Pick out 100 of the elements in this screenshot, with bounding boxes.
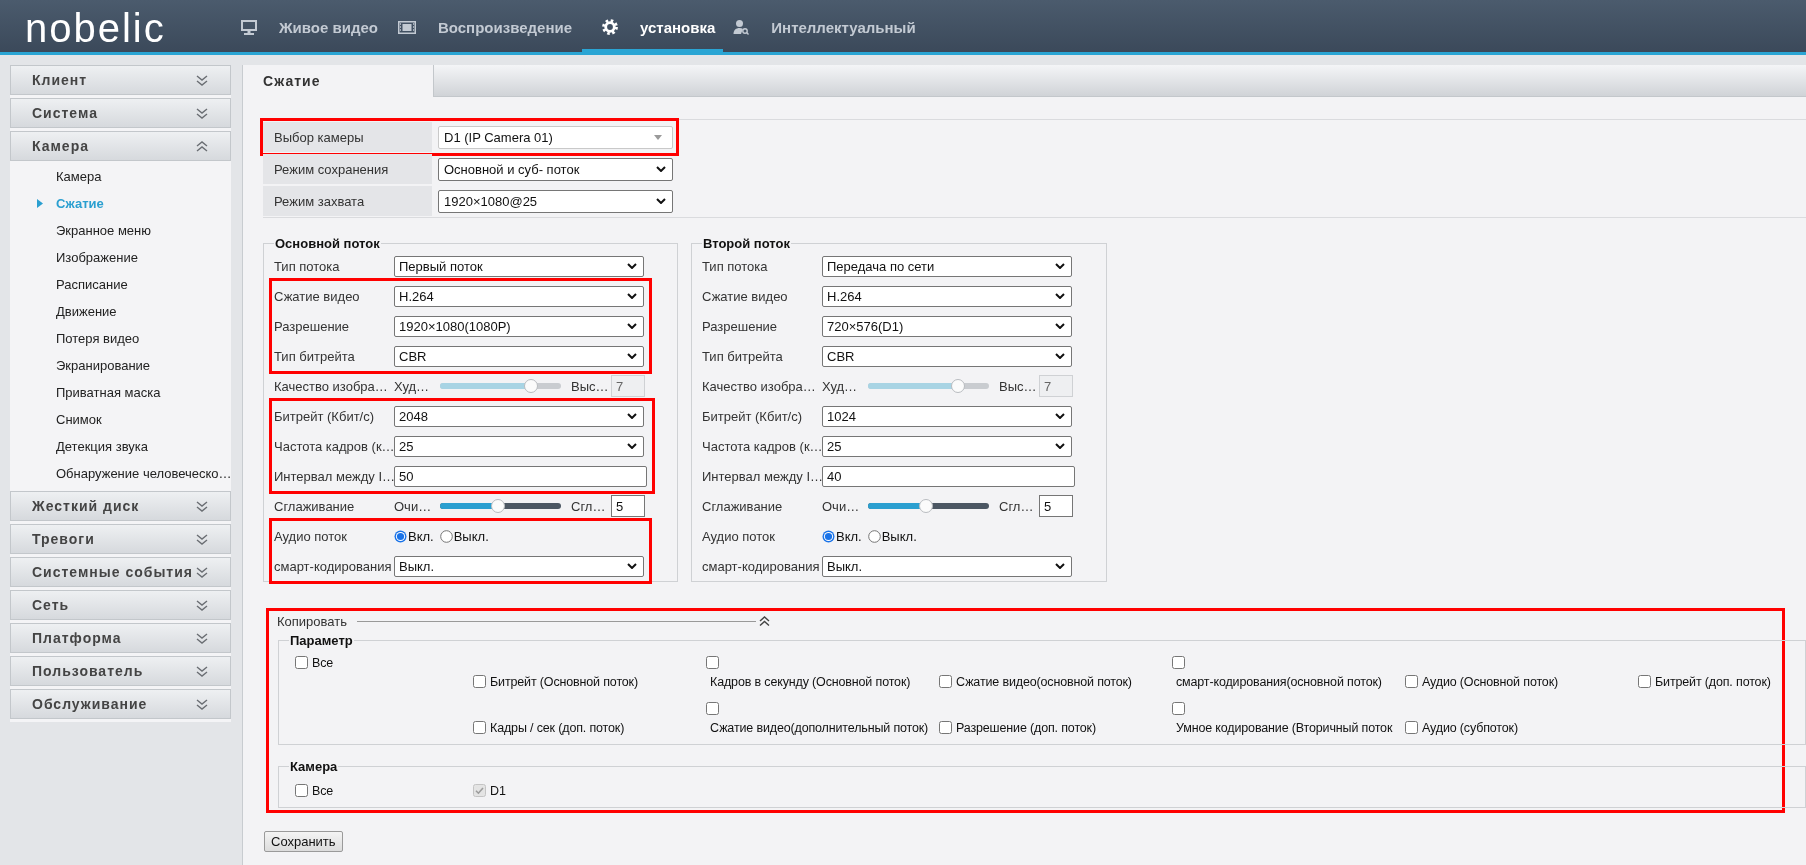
sidebar-item[interactable]: Приватная маска [10,379,231,406]
section-title: Копировать [277,613,347,629]
checkbox-option[interactable]: Битрейт (Основной поток) [473,673,706,692]
field-label: Тип потока [274,258,341,274]
chevron-down-icon [627,293,637,299]
slider-track[interactable] [868,499,989,513]
slider-label: Сгл… [999,498,1035,514]
dropdown[interactable]: Первый поток [394,255,644,277]
sidebar-section[interactable]: Системные события [10,557,231,587]
chevron-down-icon [1055,323,1065,329]
dropdown[interactable]: 1024 [822,405,1072,427]
dropdown[interactable]: Основной и суб- поток [438,157,673,181]
field-label: Сглаживание [702,498,784,514]
checkbox-option[interactable]: Сжатие видео(основной поток) [939,673,1172,692]
chevron-down-icon [1055,413,1065,419]
checkbox-option[interactable]: Кадры / сек (доп. поток) [473,719,706,738]
sidebar-section[interactable]: Сеть [10,590,231,620]
dropdown[interactable]: Передача по сети [822,255,1072,277]
text-field[interactable]: 50 [394,465,647,487]
sidebar-section[interactable]: Платформа [10,623,231,653]
field-label: Режим захвата [263,186,432,216]
dropdown[interactable]: H.264 [394,285,644,307]
double-chevron-up-icon[interactable] [759,616,770,626]
field-label: Частота кадров (к… [274,438,394,454]
chevron-down-icon [1055,443,1065,449]
dropdown[interactable]: 720×576(D1) [822,315,1072,337]
sidebar-item[interactable]: Обнаружение человеческо… [10,460,231,487]
chevron-down-icon [1055,563,1065,569]
dropdown[interactable]: 1920×1080(1080P) [394,315,644,337]
checkbox-option[interactable]: Аудио (субпоток) [1405,719,1638,738]
sidebar-item[interactable]: Детекция звука [10,433,231,460]
sidebar-section[interactable]: Жесткий диск [10,491,231,521]
dropdown[interactable]: 25 [822,435,1072,457]
nav-tab[interactable]: установка [582,0,724,52]
sidebar-item[interactable]: Экранирование [10,352,231,379]
slider-label: Выс… [999,378,1038,394]
slider-label: Худ… [822,378,859,394]
sidebar-item[interactable]: Снимок [10,406,231,433]
text-field[interactable]: 40 [822,465,1075,487]
dropdown[interactable]: CBR [394,345,644,367]
slider-track[interactable] [440,499,561,513]
checkbox-option[interactable]: Битрейт (доп. поток) [1638,673,1798,692]
nav-tab[interactable]: Живое видео [231,0,388,52]
checkbox-option[interactable]: Аудио (Основной поток) [1405,673,1638,692]
gear-icon [602,19,618,35]
sidebar-item[interactable]: Экранное меню [10,217,231,244]
chevron-down-icon [627,563,637,569]
dropdown[interactable]: 1920×1080@25 [438,189,673,213]
sidebar-section[interactable]: Пользователь [10,656,231,686]
field-label: Аудио поток [702,528,776,544]
checkbox-option[interactable]: Все [295,654,473,673]
sidebar-section[interactable]: Тревоги [10,524,231,554]
slider-thumb[interactable] [919,499,934,513]
monitor-icon [241,19,257,35]
slider-label: Выс… [571,378,610,394]
radio-option[interactable]: Вкл. [822,528,862,544]
save-button[interactable]: Сохранить [264,831,343,852]
field-label: Интервал между I… [702,468,822,484]
checkbox-option[interactable]: Разрешение (доп. поток) [939,719,1172,738]
nav-tab[interactable]: Интеллектуальный [723,0,926,52]
chevron-down-icon [627,413,637,419]
radio-option[interactable]: Выкл. [867,528,917,544]
field-label: смарт-кодирования [702,558,821,574]
checkbox-option[interactable]: Умное кодирование (Вторичный поток [1172,700,1405,738]
chevron-down-icon [627,353,637,359]
slider-thumb[interactable] [491,499,506,513]
field-label: Качество изобра… [702,378,817,394]
dropdown[interactable]: CBR [822,345,1072,367]
sidebar-item[interactable]: Камера [10,163,231,190]
value-field[interactable]: 5 [1039,495,1073,517]
sidebar-item[interactable]: Расписание [10,271,231,298]
sidebar-item[interactable]: Движение [10,298,231,325]
sidebar-section[interactable]: Камера [10,131,231,161]
dropdown[interactable]: Выкл. [822,555,1072,577]
sidebar-item[interactable]: Потеря видео [10,325,231,352]
field-label: Тип потока [702,258,769,274]
film-icon [397,20,416,34]
checkbox-option[interactable]: смарт-кодирования(основной поток) [1172,654,1405,692]
dropdown[interactable]: D1 (IP Camera 01) [438,125,673,149]
checkbox-option[interactable]: Кадров в секунду (Основной поток) [706,654,939,692]
radio-option[interactable]: Вкл. [394,528,434,544]
sidebar-section[interactable]: Клиент [10,65,231,95]
sidebar-section[interactable]: Обслуживание [10,689,231,719]
dropdown[interactable]: Выкл. [394,555,644,577]
sidebar-section[interactable]: Система [10,98,231,128]
dropdown[interactable]: H.264 [822,285,1072,307]
sidebar-item[interactable]: Изображение [10,244,231,271]
section-title: Параметр [289,633,354,648]
tab[interactable]: Сжатие [243,65,434,97]
slider-track[interactable] [868,379,989,393]
value-field[interactable]: 5 [611,495,645,517]
chevron-down-icon [656,198,666,204]
nav-tab[interactable]: Воспроизведение [387,0,582,52]
checkbox-option[interactable]: Сжатие видео(дополнительный поток) [706,700,939,738]
slider-label: Худ… [394,378,431,394]
dropdown[interactable]: 25 [394,435,644,457]
checkbox-option[interactable]: Все [295,782,473,801]
slider-track[interactable] [440,379,561,393]
dropdown[interactable]: 2048 [394,405,644,427]
radio-option[interactable]: Выкл. [439,528,489,544]
